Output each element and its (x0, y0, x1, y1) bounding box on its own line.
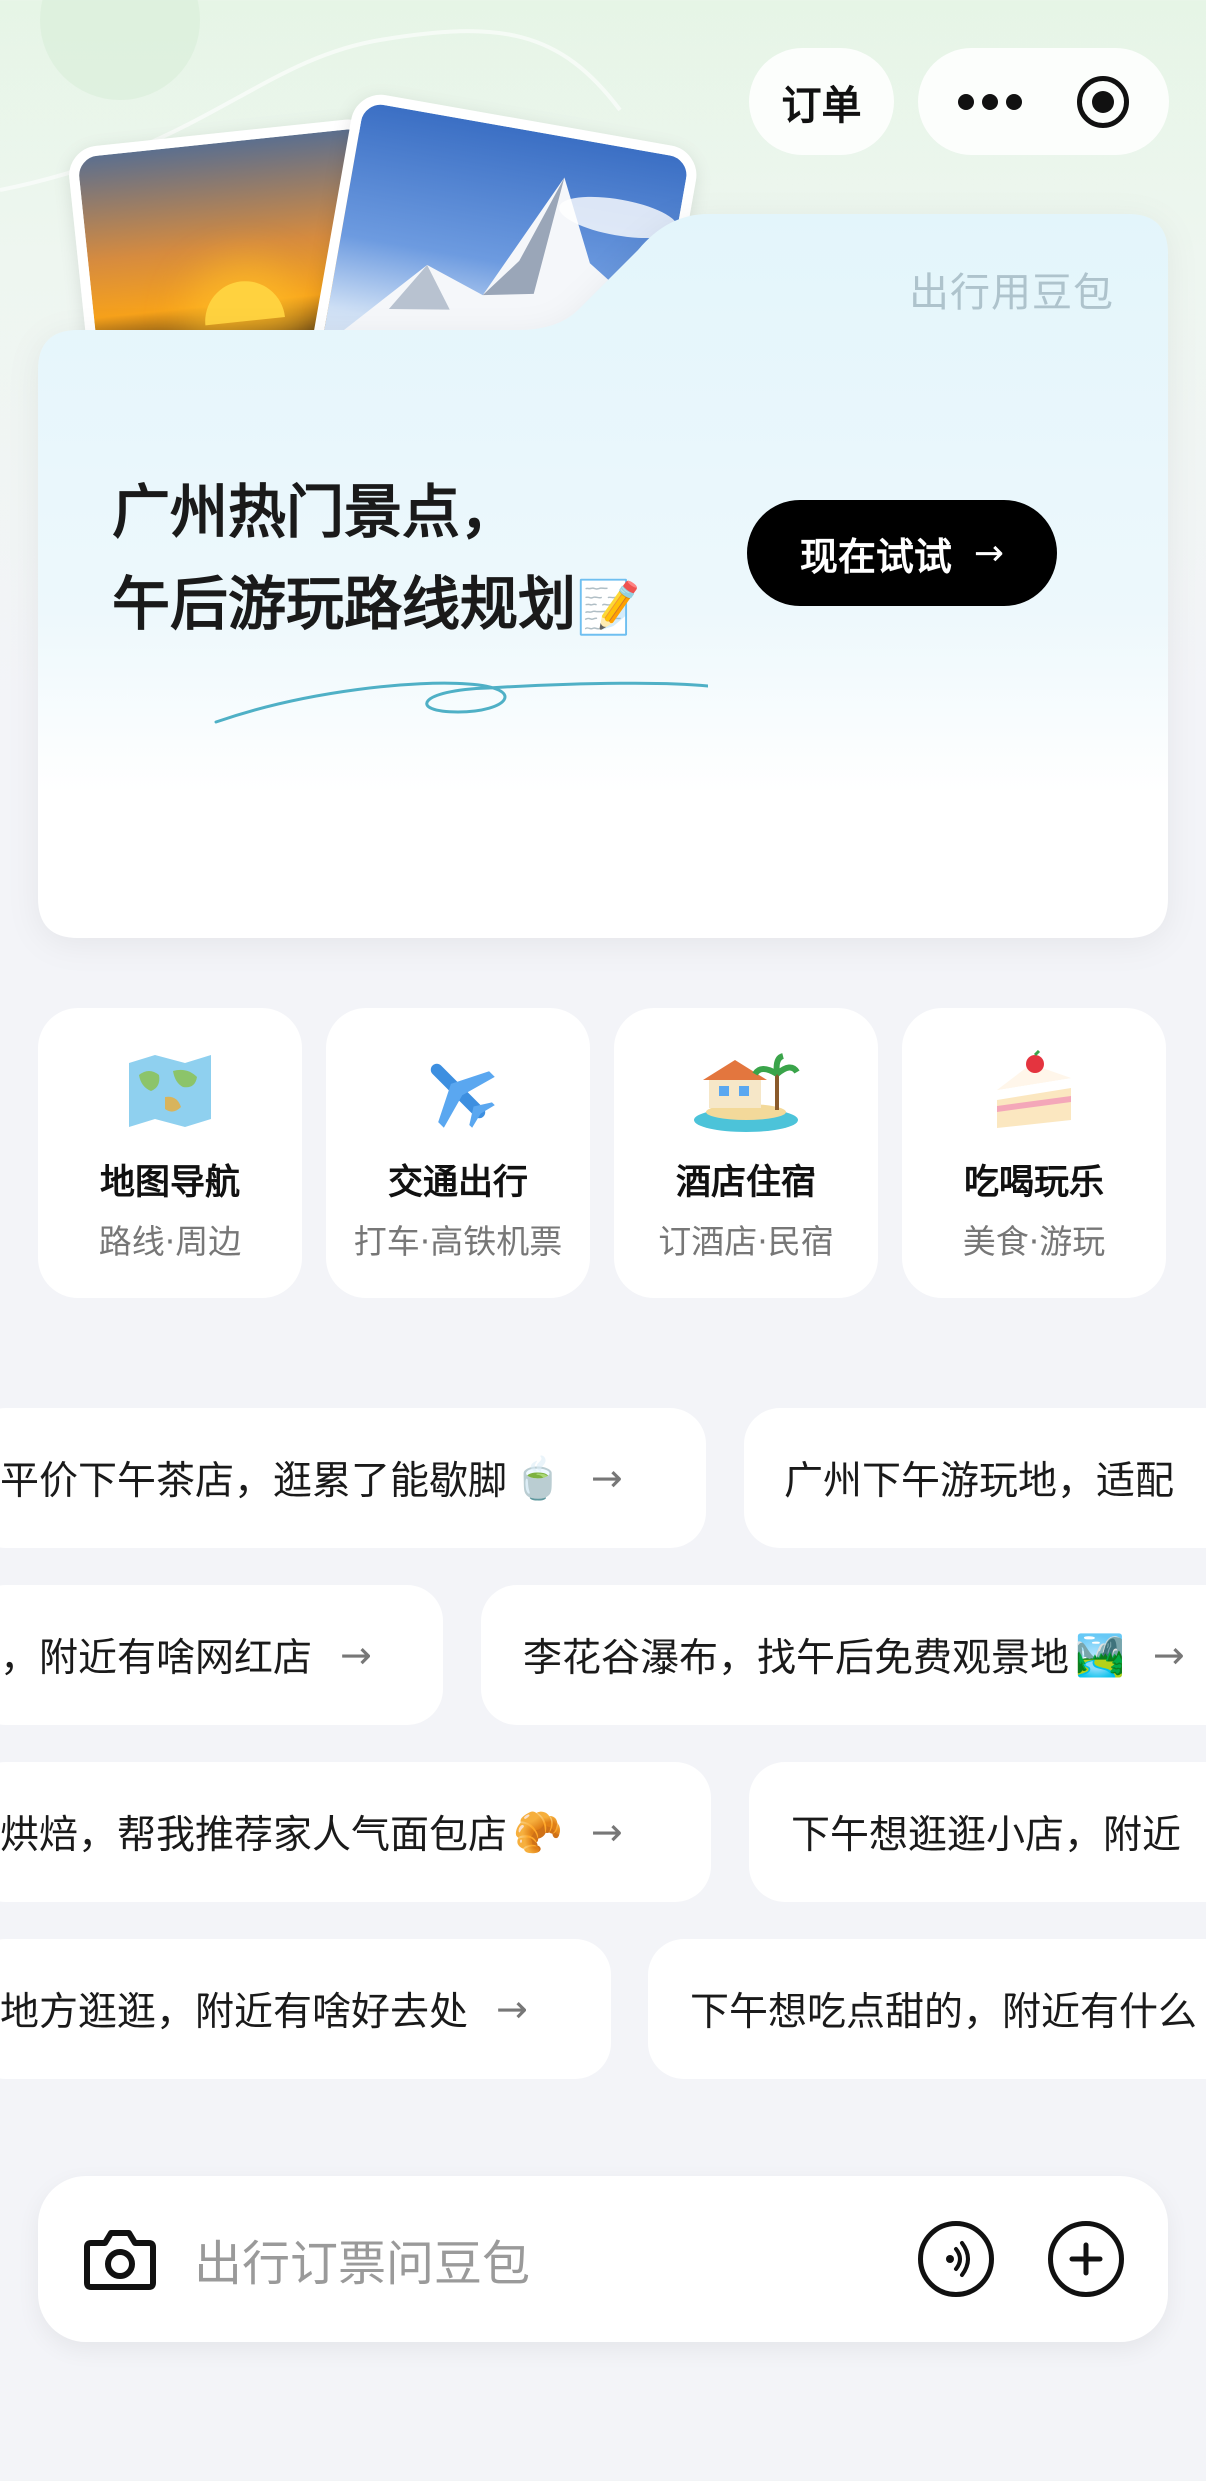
tile-map-navigation[interactable]: 地图导航 路线·周边 (38, 1008, 302, 1298)
suggestion-text: 烘焙，帮我推荐家人气面包店 (0, 1813, 508, 1858)
tile-subtitle: 订酒店·民宿 (658, 1222, 834, 1261)
mini-program-capsule (918, 48, 1169, 155)
squiggle-decoration (214, 681, 708, 724)
hero-title: 广州热门景点， 午后游玩路线规划📝 (112, 466, 641, 654)
hero-title-line2: 午后游玩路线规划 (112, 570, 577, 638)
arrow-right-icon: → (496, 1987, 528, 2031)
suggestion-text: 平价下午茶店，逛累了能歇脚 (0, 1459, 508, 1504)
arrow-right-icon: → (590, 1810, 623, 1854)
suggestion-chip[interactable]: 烘焙，帮我推荐家人气面包店 🥐 → (0, 1762, 711, 1902)
brand-label: 出行用豆包 (909, 270, 1114, 316)
tile-hotel[interactable]: 酒店住宿 订酒店·民宿 (614, 1008, 878, 1298)
chat-input-bar: 出行订票问豆包 (38, 2176, 1168, 2342)
search-input[interactable]: 出行订票问豆包 (194, 2224, 918, 2294)
suggestion-chip[interactable]: 平价下午茶店，逛累了能歇脚 🍵 → (0, 1408, 706, 1548)
try-now-label: 现在试试 (799, 534, 952, 579)
beach-hotel-icon (691, 1046, 801, 1136)
airplane-icon (403, 1046, 513, 1136)
suggestion-chip[interactable]: 地方逛逛，附近有啥好去处 → (0, 1939, 611, 2079)
suggestion-text: ，附近有啥网红店 (0, 1636, 313, 1681)
landscape-icon: 🏞️ (1075, 1632, 1125, 1679)
more-icon[interactable] (958, 93, 1022, 110)
arrow-right-icon: → (590, 1456, 623, 1500)
suggestion-text: 下午想吃点甜的，附近有什么 (690, 1990, 1198, 2035)
suggestion-chip[interactable]: 下午想吃点甜的，附近有什么 (648, 1939, 1206, 2079)
suggestion-text: 广州下午游玩地，适配 (784, 1459, 1175, 1504)
memo-pencil-icon: 📝 (576, 577, 641, 638)
world-map-icon (115, 1046, 225, 1136)
cake-icon (979, 1046, 1089, 1136)
tile-title: 地图导航 (99, 1163, 240, 1203)
orders-button[interactable]: 订单 (749, 48, 894, 155)
try-now-button[interactable]: 现在试试 → (747, 500, 1057, 606)
tile-title: 吃喝玩乐 (963, 1163, 1104, 1203)
tile-transport[interactable]: 交通出行 打车·高铁机票 (326, 1008, 590, 1298)
suggestion-chip[interactable]: ，附近有啥网红店 → (0, 1585, 443, 1725)
tile-subtitle: 路线·周边 (98, 1222, 242, 1261)
tile-subtitle: 美食·游玩 (962, 1222, 1106, 1261)
croissant-icon: 🥐 (513, 1809, 563, 1856)
suggestion-chip[interactable]: 李花谷瀑布，找午后免费观景地 🏞️ → (481, 1585, 1206, 1725)
tile-title: 交通出行 (387, 1163, 528, 1203)
arrow-right-icon: → (1152, 1633, 1185, 1677)
camera-icon[interactable] (82, 2221, 158, 2297)
suggestion-chip[interactable]: 下午想逛逛小店，附近 (749, 1762, 1206, 1902)
close-target-icon[interactable] (1077, 75, 1129, 128)
arrow-right-icon: → (340, 1633, 372, 1677)
tile-food-fun[interactable]: 吃喝玩乐 美食·游玩 (902, 1008, 1166, 1298)
suggestion-text: 李花谷瀑布，找午后免费观景地 (523, 1636, 1070, 1681)
tea-icon: 🍵 (513, 1455, 563, 1502)
arrow-right-icon: → (973, 532, 1005, 574)
suggestion-text: 地方逛逛，附近有啥好去处 (0, 1990, 469, 2035)
suggestion-chip[interactable]: 广州下午游玩地，适配 (744, 1408, 1206, 1548)
shortcut-tiles: 地图导航 路线·周边 交通出行 打车·高铁机票 酒店住宿 订酒店·民宿 吃喝玩乐… (38, 1008, 1168, 1298)
tile-subtitle: 打车·高铁机票 (353, 1222, 563, 1261)
hero-title-line1: 广州热门景点， (112, 478, 519, 546)
suggestion-text: 下午想逛逛小店，附近 (791, 1813, 1182, 1858)
plus-icon[interactable] (1048, 2221, 1124, 2297)
tile-title: 酒店住宿 (675, 1163, 816, 1203)
voice-call-icon[interactable] (918, 2221, 994, 2297)
